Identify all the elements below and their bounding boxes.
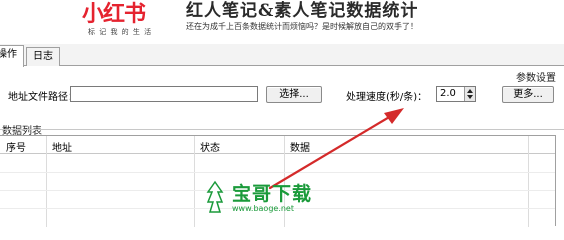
spin-down-icon[interactable]: [467, 95, 473, 99]
tab-bar: 操作 日志: [0, 44, 564, 67]
table-header: 序号 地址 状态 数据: [0, 136, 555, 154]
app-subtitle: 还在为成千上百条数据统计而烦恼吗？是时候解放自己的双手了！: [186, 22, 418, 31]
path-input[interactable]: [70, 86, 258, 102]
watermark-text: 宝哥下载: [232, 183, 313, 205]
more-settings-button[interactable]: 更多...: [502, 86, 554, 103]
params-section-title: 参数设置: [516, 73, 556, 84]
column-header-index[interactable]: 序号: [6, 139, 26, 154]
path-label: 地址文件路径：: [8, 92, 78, 103]
spin-up-icon[interactable]: [467, 89, 473, 93]
column-divider: [194, 136, 195, 227]
logo-text: 小红书: [82, 2, 146, 27]
column-divider: [46, 136, 47, 227]
watermark-logo-icon: [206, 180, 224, 213]
speed-value: 2.0: [440, 88, 456, 99]
app-title: 红人笔记&素人笔记数据统计: [186, 1, 419, 21]
speed-spinbox[interactable]: 2.0: [436, 86, 476, 102]
column-header-address[interactable]: 地址: [52, 139, 72, 154]
speed-spin-buttons[interactable]: [464, 87, 475, 101]
tab-operation[interactable]: 操作: [0, 45, 24, 67]
speed-label: 处理速度(秒/条)：: [346, 92, 428, 103]
logo-slogan: 标 记 我 的 生 活: [88, 28, 153, 36]
xiaohongshu-logo: 小红书 标 记 我 的 生 活: [80, 0, 160, 40]
column-divider: [528, 136, 529, 227]
watermark: 宝哥下载 www.baoge.net: [196, 180, 346, 226]
choose-file-button[interactable]: 选择...: [266, 86, 322, 103]
watermark-url: www.baoge.net: [232, 204, 294, 213]
column-header-status[interactable]: 状态: [200, 139, 220, 154]
app-banner: 小红书 标 记 我 的 生 活 红人笔记&素人笔记数据统计 还在为成千上百条数据…: [0, 0, 564, 44]
list-divider: [0, 129, 564, 130]
tab-log[interactable]: 日志: [26, 47, 60, 66]
column-header-data[interactable]: 数据: [290, 139, 310, 154]
row-gridline: [0, 172, 555, 173]
